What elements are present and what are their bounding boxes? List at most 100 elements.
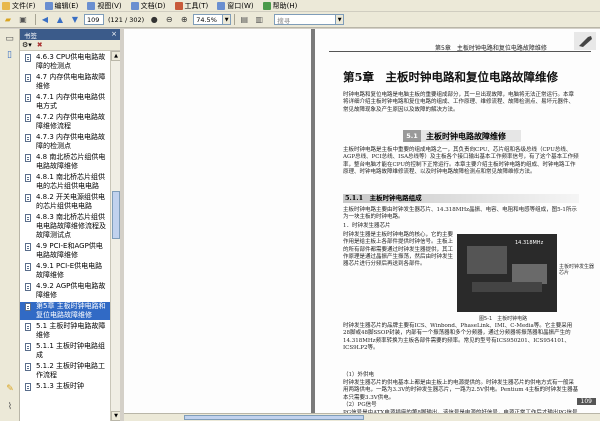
document-icon — [25, 134, 31, 142]
bookmark-item[interactable]: 4.7 内存供电电路故障维修 — [20, 73, 110, 91]
first-page-button[interactable]: ▲ — [54, 14, 66, 26]
zoom-input[interactable]: 74.5% — [193, 14, 224, 25]
bookmark-item[interactable]: 4.8.1 南北桥芯片组供电的芯片组供电电路 — [20, 173, 110, 191]
toolbar-separator — [234, 14, 236, 25]
zoom-dropdown-button[interactable]: ▼ — [223, 14, 232, 25]
bookmark-item[interactable]: 5.1.1 主板时钟电路组成 — [20, 342, 110, 360]
document-icon — [25, 303, 31, 311]
fit-page-button[interactable]: ▤ — [238, 14, 250, 26]
pages-panel-icon[interactable]: ▭ — [4, 33, 16, 45]
bookmark-label: 4.6.3 CPU供电电路故障的检测点 — [36, 53, 106, 70]
menu-tools[interactable]: 工具(T) — [174, 1, 208, 11]
bookmark-label: 5.1 主板时钟电路故障维修 — [36, 322, 106, 339]
page-count: (121 / 302) — [108, 15, 145, 24]
attachments-icon[interactable]: ⌇ — [4, 401, 16, 413]
bookmarks-panel-icon[interactable]: ▯ — [4, 49, 16, 61]
document-icon — [25, 94, 31, 102]
bookmark-item[interactable]: 5.1.3 主板时钟 — [20, 382, 110, 391]
fit-page-icon: ▤ — [240, 15, 248, 24]
menu-help[interactable]: 帮助(H) — [262, 1, 298, 11]
stop-button[interactable]: ● — [148, 14, 160, 26]
menu-window[interactable]: 窗口(W) — [217, 1, 254, 11]
sub-heading-b: （2）PG信号 — [343, 402, 377, 408]
toolbar: ▰ ▣ ◀ ▲ ▼ 109 (121 / 302) ● ⊖ ⊕ 74.5% ▼ … — [0, 12, 600, 28]
sub-text-a: 时钟发生器芯片的供电基本上都是由主板上的电源提供的。时钟发生器芯片的供电方式有一… — [343, 380, 579, 401]
bookmark-label: 4.8.1 南北桥芯片组供电的芯片组供电电路 — [36, 173, 106, 190]
edit-icon — [44, 1, 53, 10]
zoom-in-button[interactable]: ⊕ — [178, 14, 190, 26]
open-button[interactable]: ▰ — [2, 14, 14, 26]
bookmark-label: 4.8.2 开关电源组供电的芯片组供电电路 — [36, 193, 106, 210]
sub-heading-a: （1）外供电 — [343, 372, 374, 378]
horizontal-scrollbar[interactable] — [124, 413, 600, 421]
document-icon — [25, 323, 31, 331]
page-number-label: 109 — [576, 398, 596, 405]
print-button[interactable]: ▣ — [17, 14, 29, 26]
bookmark-label: 4.7.3 内存供电电路故障的检测点 — [36, 133, 106, 150]
bookmark-item[interactable]: 5.1.2 主板时钟电路工作流程 — [20, 362, 110, 380]
bookmark-item[interactable]: 4.8.3 南北桥芯片组供电电路故障维修流程及故障测试点 — [20, 213, 110, 240]
bookmark-item[interactable]: 4.6.3 CPU供电电路故障的检测点 — [20, 53, 110, 71]
menu-document-label: 文档(D) — [140, 1, 166, 10]
bookmark-label: 5.1.1 主板时钟电路组成 — [36, 342, 106, 359]
bookmark-item[interactable]: 4.9.1 PCI-E供电电路故障维修 — [20, 262, 110, 280]
menu-document[interactable]: 文档(D) — [130, 1, 166, 11]
bookmark-label: 4.7.1 内存供电电路供电方式 — [36, 93, 106, 110]
zoom-in-icon: ⊕ — [180, 15, 188, 24]
back-button[interactable]: ◀ — [39, 14, 51, 26]
board-slot — [472, 282, 542, 292]
open-folder-icon: ▰ — [4, 15, 12, 24]
side-annotation: 主板时钟发生器芯片 — [559, 264, 595, 276]
zoom-out-button[interactable]: ⊖ — [163, 14, 175, 26]
fit-width-icon: ▥ — [255, 15, 263, 24]
menu-view-label: 视图(V) — [97, 1, 122, 10]
menu-edit[interactable]: 编辑(E) — [44, 1, 78, 11]
delete-bookmark-icon[interactable]: ✖ — [37, 41, 43, 49]
bookmark-label: 5.1.2 主板时钟电路工作流程 — [36, 362, 106, 379]
comments-icon[interactable]: ✎ — [4, 383, 16, 395]
bookmark-item[interactable]: 5.1 主板时钟电路故障维修 — [20, 322, 110, 340]
document-icon — [25, 343, 31, 351]
bookmark-list: 4.6.3 CPU供电电路故障的检测点 4.7 内存供电电路故障维修 4.7.1 内… — [20, 51, 110, 421]
file-icon — [2, 1, 10, 10]
board-chip — [467, 246, 507, 274]
menu-view[interactable]: 视图(V) — [87, 1, 122, 11]
bookmark-item[interactable]: 4.8.2 开关电源组供电的芯片组供电电路 — [20, 193, 110, 211]
close-icon[interactable]: × — [111, 30, 117, 38]
figure-caption: 图5-1 主板时钟电路 — [479, 316, 528, 322]
menu-help-label: 帮助(H) — [272, 1, 298, 10]
document-icon — [25, 283, 31, 291]
bookmark-item[interactable]: 4.7.1 内存供电电路供电方式 — [20, 93, 110, 111]
horizontal-scroll-thumb[interactable] — [184, 415, 364, 420]
bookmark-item[interactable]: 4.7.3 内存供电电路故障的检测点 — [20, 133, 110, 151]
bookmark-item[interactable]: 4.9 PCI-E和AGP供电电路故障维修 — [20, 242, 110, 260]
search-dropdown-button[interactable]: ▼ — [336, 14, 345, 25]
page-number-input[interactable]: 109 — [84, 14, 104, 25]
back-arrow-icon: ◀ — [41, 15, 49, 24]
section-heading: 5.1 主板时钟电路故障维修 — [403, 130, 521, 142]
bookmark-item[interactable]: 4.9.2 AGP供电电路故障维修 — [20, 282, 110, 300]
bookmark-item[interactable]: 4.8 南北桥芯片组供电电路故障维修 — [20, 153, 110, 171]
first-page-icon: ▲ — [56, 15, 64, 24]
menu-file[interactable]: 文件(F) — [2, 1, 36, 11]
chip-label: 14.318MHz — [515, 240, 544, 246]
bookmark-item[interactable]: 4.7.2 内存供电电路故障维修流程 — [20, 113, 110, 131]
bookmarks-panel: 书签 × ⚙▾ ✖ 4.6.3 CPU供电电路故障的检测点 4.7 内存供电电路故… — [20, 29, 121, 421]
document-icon — [25, 263, 31, 271]
bookmark-item[interactable]: 第5章 主板时钟电路和复位电路故障维修 — [20, 302, 110, 320]
scroll-thumb[interactable] — [112, 191, 120, 239]
item-text-2: 时钟发生器芯片的品牌主要有ICS、Winbond、PhaseLink、IMI、C… — [343, 323, 573, 351]
window-icon — [217, 1, 226, 10]
search-input[interactable]: 搜寻 — [274, 14, 337, 25]
item-text: 时钟发生器是主板时钟电路的核心，它的主要作用是给主板上各部件提供时钟信号。主板上… — [343, 232, 454, 268]
fit-width-button[interactable]: ▥ — [253, 14, 265, 26]
page-view: 第5章 主板时钟电路和复位电路故障维修 第5章 主板时钟电路和复位电路故障维修 … — [315, 29, 600, 421]
document-icon — [25, 214, 31, 222]
section-number: 5.1 — [403, 130, 421, 142]
document-icon — [25, 74, 31, 82]
help-icon — [262, 1, 271, 10]
last-page-button[interactable]: ▼ — [69, 14, 81, 26]
bookmark-scrollbar[interactable]: ▲ ▼ — [110, 51, 121, 421]
options-icon[interactable]: ⚙▾ — [22, 41, 32, 49]
section-text: 主板时钟电路是主板中重要的组成电路之一，其负责向CPU、芯片组和各级总线（CPU… — [343, 147, 579, 175]
